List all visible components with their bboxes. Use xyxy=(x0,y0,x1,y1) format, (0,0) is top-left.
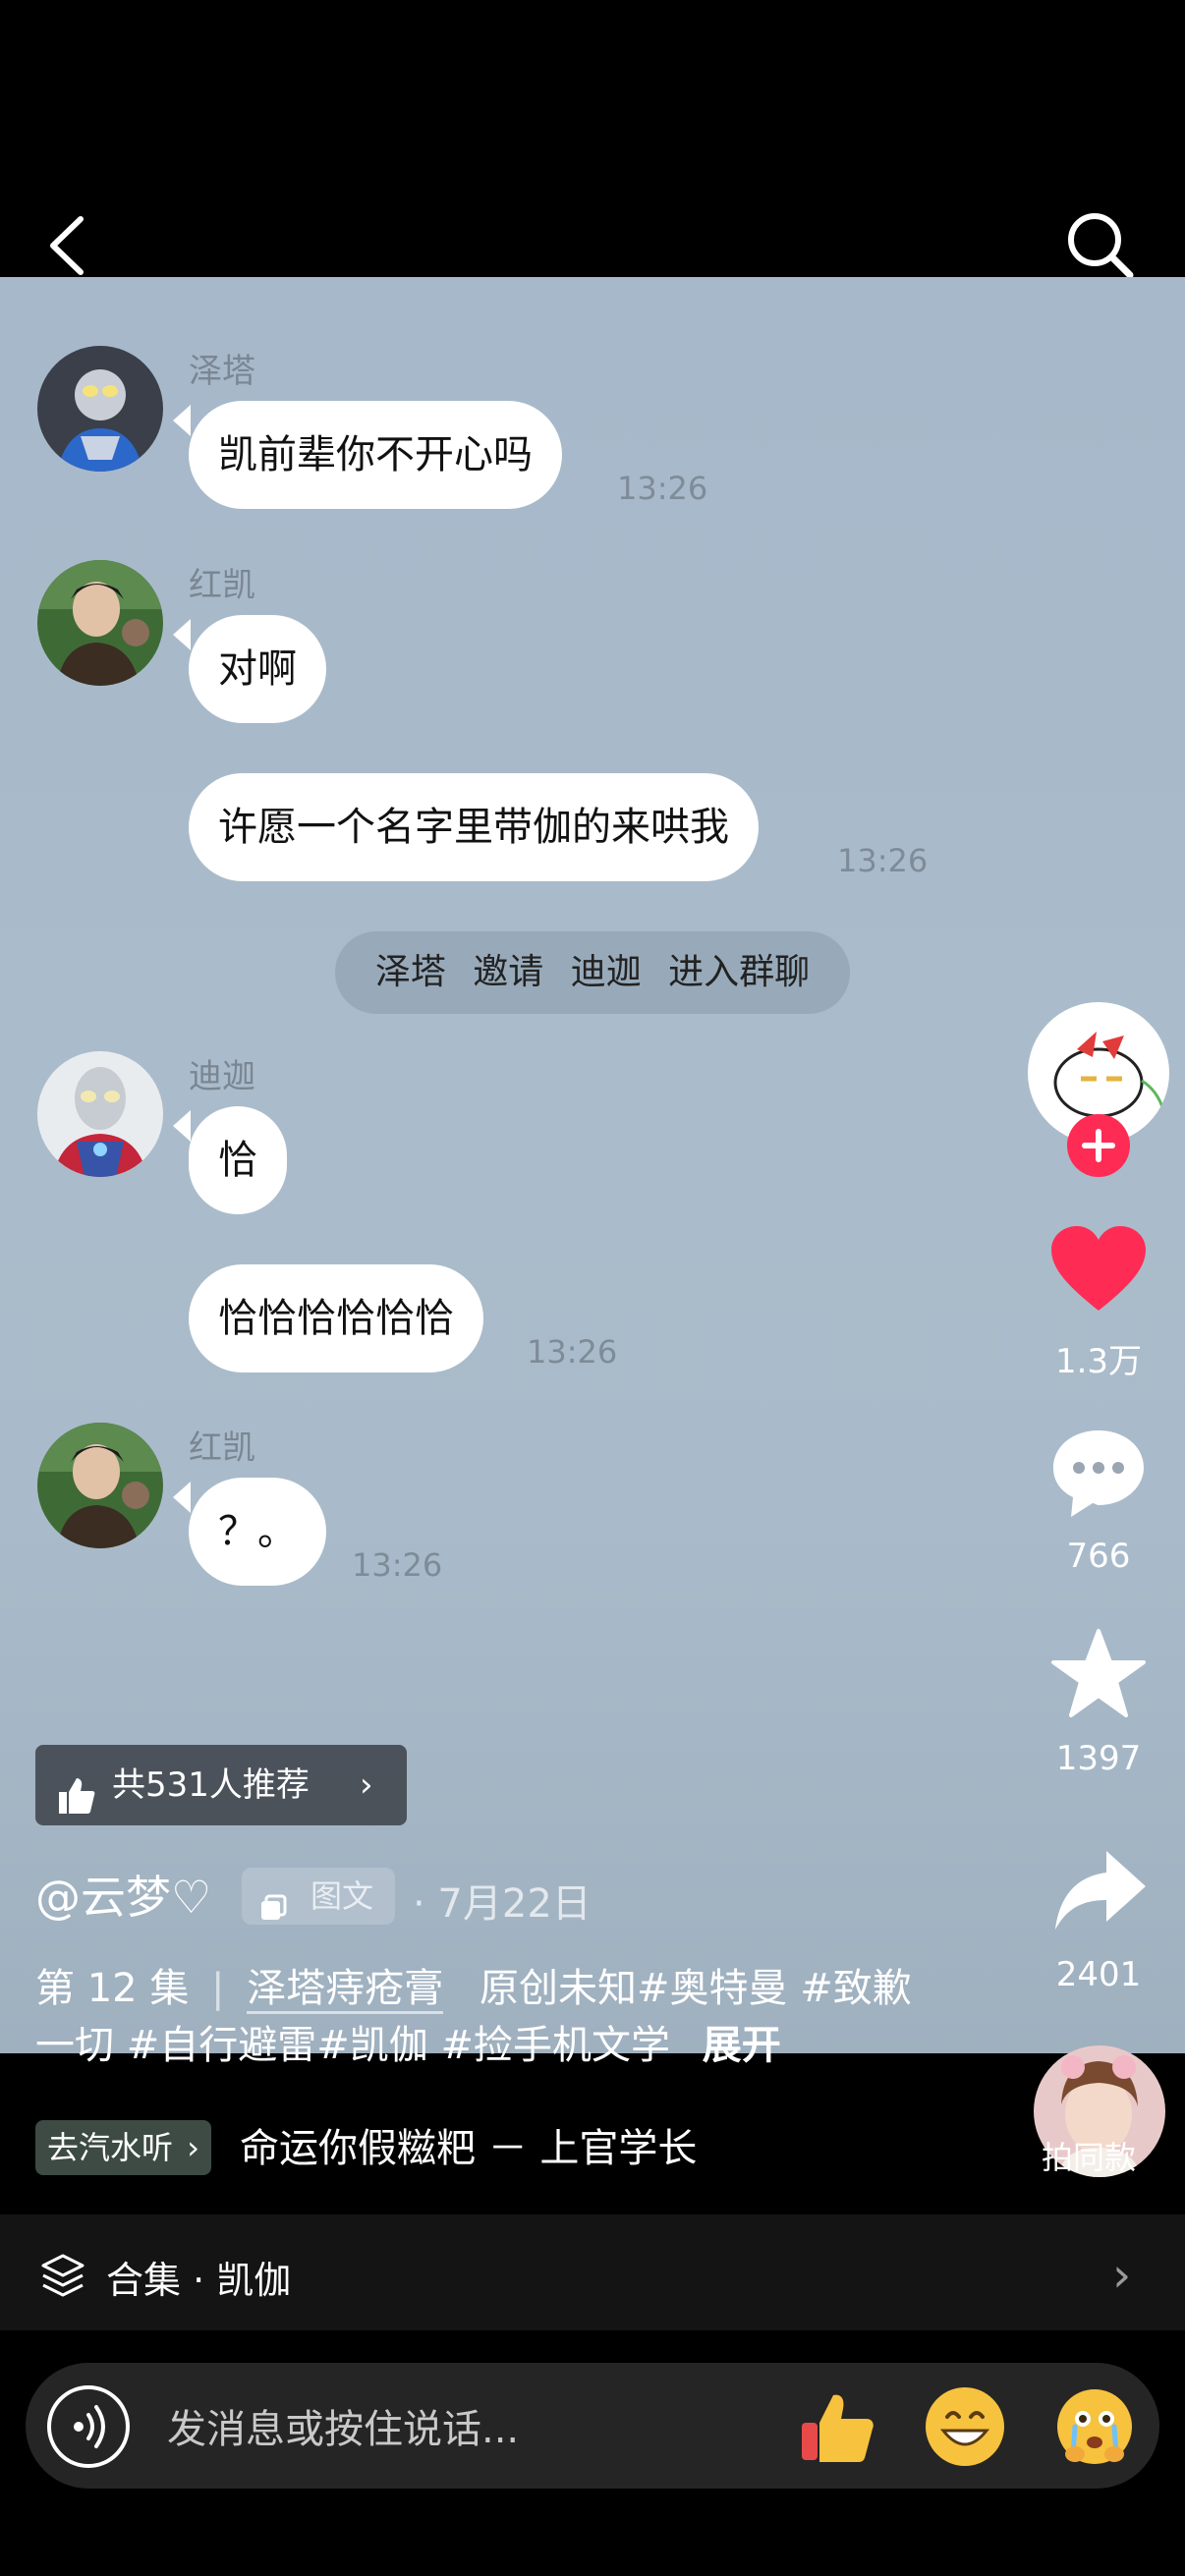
star-icon xyxy=(1051,1629,1146,1717)
music-title[interactable]: 命运你假糍粑 － 上官学长 xyxy=(240,2117,721,2180)
share-arrow-icon xyxy=(1055,1851,1146,1930)
message-bubble: 恰 xyxy=(189,1106,287,1214)
author-name[interactable]: @云梦♡ xyxy=(35,1862,211,1927)
post-type-tag: 图文 xyxy=(242,1868,395,1925)
crying-emoji-icon[interactable] xyxy=(1053,2385,1136,2468)
chevron-right-icon: › xyxy=(1112,2248,1132,2303)
recommend-label: 共531人推荐 xyxy=(112,1765,310,1805)
sender-name: 红凯 xyxy=(189,1428,255,1468)
message-time: 13:26 xyxy=(837,842,929,879)
message-input[interactable]: 发消息或按住说话... xyxy=(167,2397,519,2454)
bubble-tail xyxy=(173,619,191,650)
favorite-count: 1397 xyxy=(1055,1739,1142,1778)
bubble-tail xyxy=(173,1482,191,1513)
top-bar xyxy=(0,0,1185,277)
thumbs-up-emoji-icon[interactable] xyxy=(798,2387,876,2466)
share-count: 2401 xyxy=(1055,1955,1142,1994)
bubble-tail xyxy=(173,1110,191,1142)
message-bubble: 对啊 xyxy=(189,615,326,723)
sender-name: 迪迦 xyxy=(189,1057,255,1096)
thumbs-up-icon xyxy=(57,1764,96,1814)
sender-name: 泽塔 xyxy=(189,352,255,391)
chevron-right-icon: › xyxy=(187,2129,199,2166)
message-time: 13:26 xyxy=(617,470,708,507)
back-button[interactable] xyxy=(39,211,98,280)
expand-link[interactable]: 展开 xyxy=(703,2023,781,2068)
episode-link[interactable]: 泽塔痔疮膏 xyxy=(247,1966,444,2014)
message-time: 13:26 xyxy=(527,1333,618,1371)
system-message: 泽塔 邀请 迪迦 进入群聊 xyxy=(335,931,850,1014)
share-button[interactable] xyxy=(1051,1847,1150,1935)
message-time: 13:26 xyxy=(352,1546,443,1584)
chevron-left-icon xyxy=(50,216,84,275)
plus-icon xyxy=(1082,1129,1115,1162)
sender-name: 红凯 xyxy=(189,566,255,605)
message-bubble: 凯前辈你不开心吗 xyxy=(189,401,562,509)
heart-icon xyxy=(1051,1226,1146,1311)
message-bubble: 许愿一个名字里带伽的来哄我 xyxy=(189,773,759,881)
search-button[interactable] xyxy=(1061,206,1140,285)
post-caption[interactable]: 第 12 集 | 泽塔痔疮膏 原创未知#奥特曼 #致歉一切 #自行避雷#凯伽 #… xyxy=(35,1960,949,2074)
post-date: · 7月22日 xyxy=(413,1881,592,1927)
search-icon xyxy=(1068,213,1134,279)
comment-icon xyxy=(1053,1430,1144,1517)
collection-label: 合集 · 凯伽 xyxy=(106,2259,292,2302)
follow-button[interactable] xyxy=(1067,1114,1130,1177)
layers-icon xyxy=(39,2252,86,2299)
message-bubble: 恰恰恰恰恰恰 xyxy=(189,1264,483,1372)
recommend-pill[interactable]: 共531人推荐 › xyxy=(35,1745,407,1825)
ultraman-tiga-avatar xyxy=(37,1051,163,1177)
post-type-label: 图文 xyxy=(310,1877,374,1915)
message-bubble: ？。 xyxy=(189,1478,326,1586)
hong-kai-avatar xyxy=(37,560,163,686)
image-post-icon xyxy=(259,1882,287,1920)
favorite-button[interactable] xyxy=(1049,1627,1148,1721)
voice-wave-icon xyxy=(74,2405,105,2448)
voice-button[interactable] xyxy=(47,2385,130,2468)
ultraman-z-avatar xyxy=(37,346,163,472)
hong-kai-avatar xyxy=(37,1423,163,1548)
divider: | xyxy=(211,1966,225,2011)
chevron-right-icon: › xyxy=(360,1765,373,1805)
like-count: 1.3万 xyxy=(1054,1342,1143,1381)
soda-music-badge[interactable]: 去汽水听 › xyxy=(35,2120,211,2175)
same-style-label[interactable]: 拍同款 xyxy=(1042,2133,1136,2178)
grinning-emoji-icon[interactable] xyxy=(924,2385,1006,2468)
bubble-tail xyxy=(173,405,191,436)
soda-badge-label: 去汽水听 xyxy=(47,2129,174,2166)
comment-count: 766 xyxy=(1066,1537,1131,1576)
comment-button[interactable] xyxy=(1049,1427,1148,1521)
episode-label: 第 12 集 xyxy=(35,1966,190,2011)
like-button[interactable] xyxy=(1049,1224,1148,1315)
